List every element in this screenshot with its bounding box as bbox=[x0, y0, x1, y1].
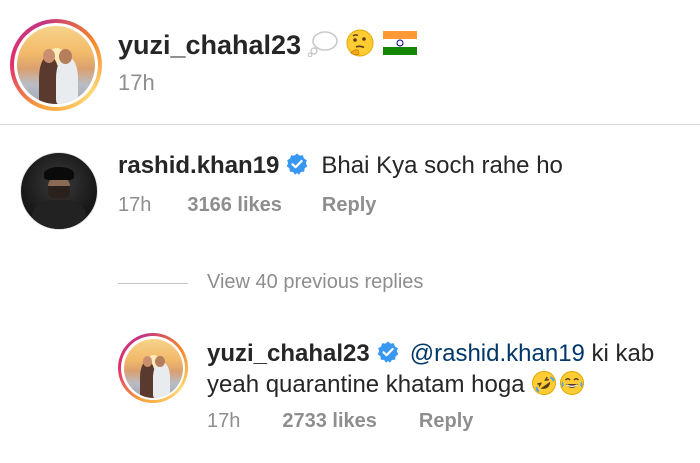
reply-username[interactable]: yuzi_chahal23 bbox=[207, 340, 370, 368]
post-header-row: yuzi_chahal23 bbox=[118, 28, 418, 63]
tears-of-joy-icon bbox=[559, 370, 585, 401]
reply-mention[interactable]: @rashid.khan19 bbox=[410, 340, 585, 367]
verified-badge-icon bbox=[285, 152, 309, 181]
reply-row-2: yeah quarantine khatam hoga bbox=[207, 370, 585, 400]
comment-username[interactable]: rashid.khan19 bbox=[118, 152, 279, 180]
reply-text-line2: yeah quarantine khatam hoga bbox=[207, 371, 525, 398]
reply-mention-link[interactable]: @rashid.khan19 bbox=[410, 340, 585, 368]
replies-line bbox=[118, 283, 188, 284]
reply-likes[interactable]: 2733 likes bbox=[282, 410, 377, 433]
reply-time: 17h bbox=[207, 409, 241, 432]
view-previous-replies[interactable]: View 40 previous replies bbox=[207, 271, 423, 294]
verified-badge-icon bbox=[376, 340, 400, 369]
comment-meta: 17h 3166 likes Reply bbox=[118, 193, 376, 217]
comment-text: Bhai Kya soch rahe ho bbox=[321, 152, 563, 179]
thinking-face-icon bbox=[345, 28, 375, 63]
post-time: 17h bbox=[118, 70, 155, 95]
comment-reply-button[interactable]: Reply bbox=[322, 194, 376, 217]
reply-meta: 17h 2733 likes Reply bbox=[207, 409, 473, 433]
avatar-photo bbox=[17, 26, 95, 104]
comment-likes[interactable]: 3166 likes bbox=[187, 194, 282, 217]
comment-row: rashid.khan19 Bhai Kya soch rahe ho bbox=[118, 150, 563, 182]
header-divider bbox=[0, 124, 700, 125]
thought-balloon-icon bbox=[307, 29, 339, 62]
comment-avatar[interactable] bbox=[20, 152, 98, 230]
reply-reply-button[interactable]: Reply bbox=[419, 410, 473, 433]
rolling-laughing-icon bbox=[531, 370, 557, 401]
post-username[interactable]: yuzi_chahal23 bbox=[118, 30, 301, 61]
india-flag-icon bbox=[383, 30, 418, 60]
post-avatar[interactable] bbox=[10, 19, 102, 111]
reply-avatar[interactable] bbox=[118, 333, 188, 403]
comment-time: 17h bbox=[118, 193, 152, 216]
reply-avatar-photo bbox=[123, 338, 183, 398]
reply-text-line1: ki kab bbox=[584, 340, 655, 367]
reply-row-1: yuzi_chahal23 @rashid.khan19 ki kab bbox=[207, 338, 654, 370]
